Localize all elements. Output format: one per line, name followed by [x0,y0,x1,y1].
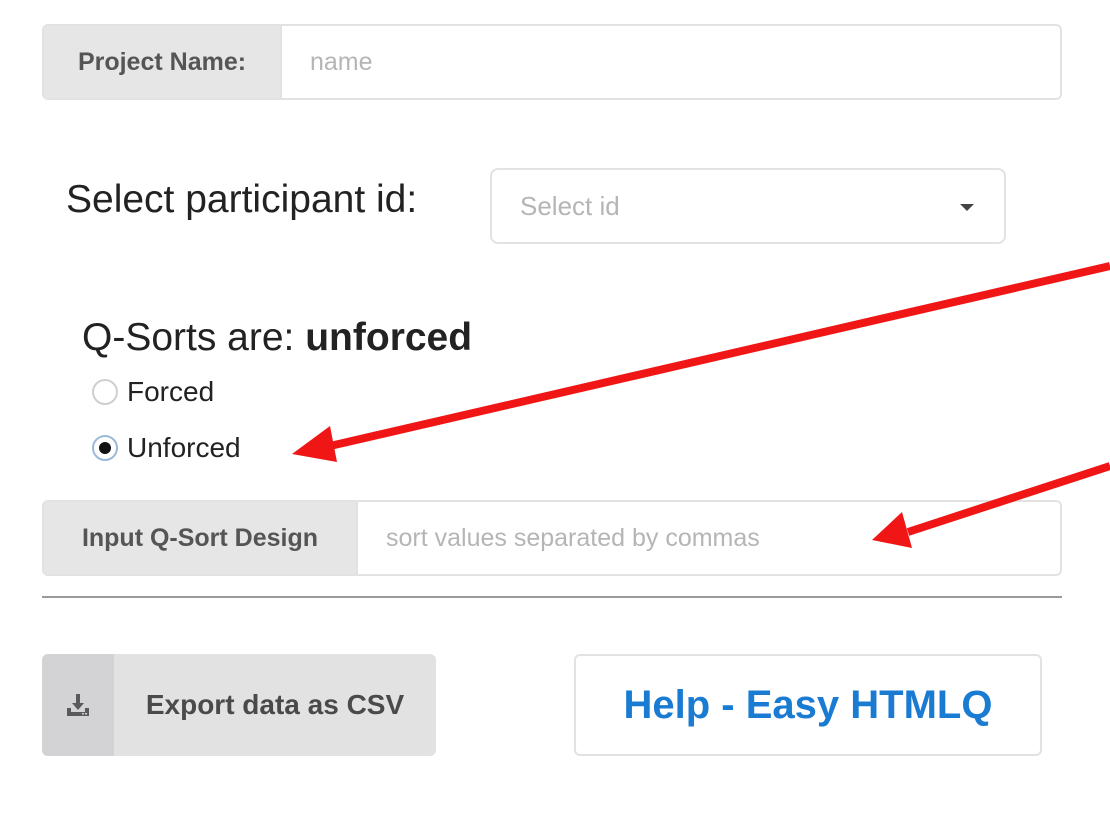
qsort-mode-title: Q-Sorts are: unforced [82,316,472,360]
qsort-design-group: Input Q-Sort Design [42,500,1062,576]
radio-unforced-circle[interactable] [92,435,118,461]
help-easy-htmlq-button[interactable]: Help - Easy HTMLQ [574,654,1042,756]
radio-unforced-label: Unforced [127,432,241,463]
participant-select-label: Select participant id: [66,178,418,221]
qsort-design-label: Input Q-Sort Design [44,502,358,574]
qsort-title-value: unforced [305,316,473,359]
export-icon-cell [42,654,114,756]
project-name-group: Project Name: [42,24,1062,100]
participant-select-placeholder: Select id [520,190,620,221]
qsort-design-input[interactable] [358,502,1060,574]
section-divider [42,596,1062,598]
annotation-arrow-to-unforced [292,262,1110,462]
export-csv-button[interactable]: Export data as CSV [42,654,436,756]
export-csv-label: Export data as CSV [145,689,405,720]
radio-option-unforced[interactable]: Unforced [92,432,241,464]
download-icon [67,694,89,716]
project-name-label: Project Name: [44,26,282,98]
caret-down-icon [960,204,974,211]
qsort-title-prefix: Q-Sorts are: [82,316,306,359]
project-name-input[interactable] [282,26,1060,98]
radio-forced-label: Forced [127,376,215,407]
radio-option-forced[interactable]: Forced [92,376,214,408]
radio-forced-circle[interactable] [92,379,118,405]
participant-id-select[interactable]: Select id [490,168,1006,244]
